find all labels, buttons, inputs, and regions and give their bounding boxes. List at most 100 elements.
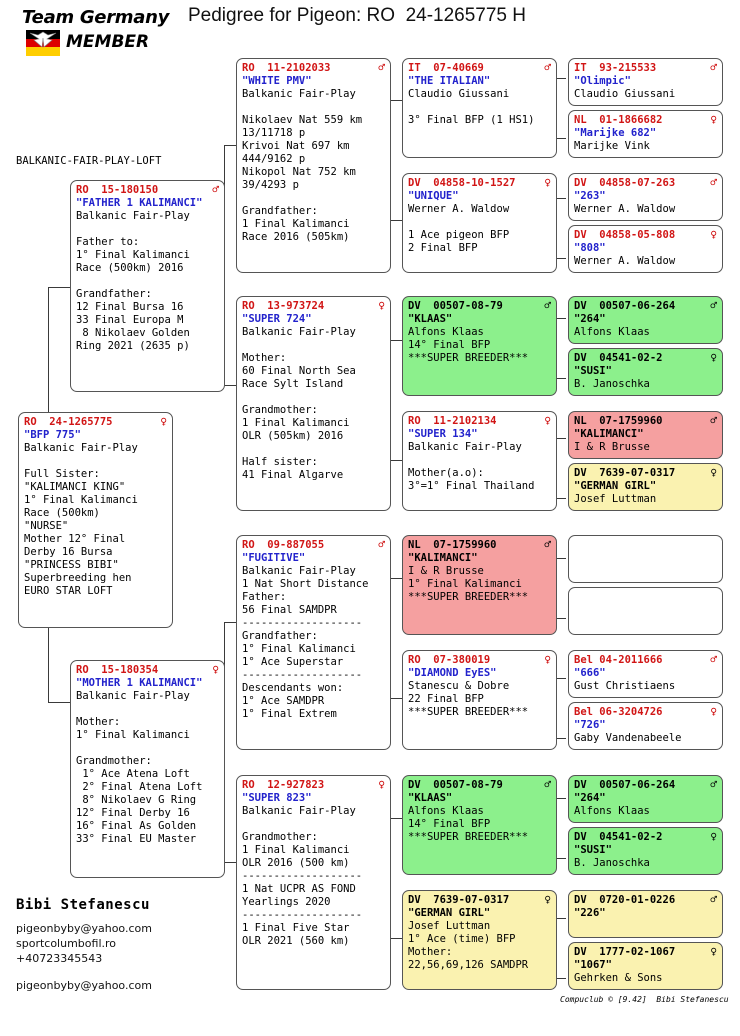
pigeon-card-gen2-0[interactable]: RO 11-2102033 ♂ "WHITE PMV" Balkanic Fai… xyxy=(236,58,391,273)
pigeon-nickname: "THE ITALIAN" xyxy=(408,75,491,87)
ring-number: RO 15-180354 xyxy=(76,664,159,676)
pigeon-card-gen4-0[interactable]: IT 93-215533 ♂ "Olimpic" Claudio Giussan… xyxy=(568,58,723,106)
sex-icon: ♂ xyxy=(212,183,219,196)
pigeon-card-subject[interactable]: RO 24-1265775 ♀ "BFP 775" Balkanic Fair-… xyxy=(18,412,173,628)
pigeon-card-gen4-15[interactable]: DV 1777-02-1067 ♀ "1067" Gehrken & Sons xyxy=(568,942,723,990)
pigeon-card-gen4-4[interactable]: DV 00507-06-264 ♂ "264" Alfons Klaas xyxy=(568,296,723,344)
pigeon-card-gen3-7[interactable]: DV 7639-07-0317 ♀ "GERMAN GIRL" Josef Lu… xyxy=(402,890,557,990)
connector xyxy=(556,378,566,379)
ring-number: DV 04858-05-808 xyxy=(574,229,676,241)
connector xyxy=(556,78,566,79)
ring-number: RO 11-2102033 xyxy=(242,62,331,74)
pigeon-nickname: "SUPER 724" xyxy=(242,313,312,325)
breeder-website[interactable]: sportcolumbofil.ro xyxy=(16,936,236,951)
pigeon-nickname: "264" xyxy=(574,792,606,804)
pigeon-nickname: "SUPER 134" xyxy=(408,428,478,440)
pigeon-details: Gust Christiaens xyxy=(574,680,676,692)
breeder-phone: +40723345543 xyxy=(16,952,103,965)
pigeon-details: Josef Luttman xyxy=(574,493,657,505)
ring-number: DV 00507-06-264 xyxy=(574,779,676,791)
sex-icon: ♀ xyxy=(544,176,551,189)
pigeon-nickname: "808" xyxy=(574,242,606,254)
sex-icon: ♀ xyxy=(710,945,717,958)
ring-number: DV 00507-08-79 xyxy=(408,779,503,791)
ring-number: RO 13-973724 xyxy=(242,300,325,312)
pigeon-card-gen4-2[interactable]: DV 04858-07-263 ♂ "263" Werner A. Waldow xyxy=(568,173,723,221)
pigeon-details: Claudio Giussani 3° Final BFP (1 HS1) xyxy=(408,88,535,126)
sex-icon: ♀ xyxy=(710,830,717,843)
pigeon-details: Balkanic Fair-Play Father to: 1° Final K… xyxy=(76,210,190,352)
pigeon-details: Balkanic Fair-Play Mother: 1° Final Kali… xyxy=(76,690,203,845)
connector xyxy=(556,798,566,799)
logo-team-text: Team Germany xyxy=(22,7,170,28)
ring-number: RO 24-1265775 xyxy=(24,416,113,428)
pigeon-card-gen2-2[interactable]: RO 09-887055 ♂ "FUGITIVE" Balkanic Fair-… xyxy=(236,535,391,750)
pigeon-details: Stanescu & Dobre 22 Final BFP ***SUPER B… xyxy=(408,680,529,718)
pigeon-card-gen4-13[interactable]: DV 04541-02-2 ♀ "SUSI" B. Janoschka xyxy=(568,827,723,875)
pigeon-card-gen2-3[interactable]: RO 12-927823 ♀ "SUPER 823" Balkanic Fair… xyxy=(236,775,391,990)
sex-icon: ♂ xyxy=(710,176,717,189)
pigeon-nickname: "MOTHER 1 KALIMANCI" xyxy=(76,677,203,689)
pigeon-card-gen3-2[interactable]: DV 00507-08-79 ♂ "KLAAS" Alfons Klaas 14… xyxy=(402,296,557,396)
ring-number: DV 04858-07-263 xyxy=(574,177,676,189)
pigeon-details: Alfons Klaas 14° Final BFP ***SUPER BREE… xyxy=(408,805,529,843)
connector xyxy=(556,138,566,139)
pigeon-card-gen4-6[interactable]: NL 07-1759960 ♂ "KALIMANCI" I & R Brusse xyxy=(568,411,723,459)
breeder-email[interactable]: pigeonbyby@yahoo.com xyxy=(16,921,236,936)
pigeon-card-gen4-1[interactable]: NL 01-1866682 ♀ "Marijke 682" Marijke Vi… xyxy=(568,110,723,158)
pigeon-card-gen4-5[interactable]: DV 04541-02-2 ♀ "SUSI" B. Janoschka xyxy=(568,348,723,396)
pigeon-card-gen3-3[interactable]: RO 11-2102134 ♀ "SUPER 134" Balkanic Fai… xyxy=(402,411,557,511)
pigeon-nickname: "SUPER 823" xyxy=(242,792,312,804)
pigeon-card-father[interactable]: RO 15-180150 ♂ "FATHER 1 KALIMANCI" Balk… xyxy=(70,180,225,392)
pigeon-details: B. Janoschka xyxy=(574,857,650,869)
sex-icon: ♂ xyxy=(378,538,385,551)
ring-number: DV 04541-02-2 xyxy=(574,831,663,843)
pigeon-card-gen4-12[interactable]: DV 00507-06-264 ♂ "264" Alfons Klaas xyxy=(568,775,723,823)
pigeon-details: Gaby Vandenabeele xyxy=(574,732,682,744)
pigeon-card-gen2-1[interactable]: RO 13-973724 ♀ "SUPER 724" Balkanic Fair… xyxy=(236,296,391,511)
connector xyxy=(390,460,402,461)
connector xyxy=(556,618,566,619)
connector xyxy=(556,258,566,259)
ring-number: DV 7639-07-0317 xyxy=(408,894,510,906)
pigeon-nickname: "KALIMANCI" xyxy=(574,428,644,440)
connector xyxy=(556,558,566,559)
connector xyxy=(390,938,402,939)
ring-number: NL 07-1759960 xyxy=(408,539,497,551)
sex-icon: ♂ xyxy=(710,299,717,312)
pigeon-card-gen3-4[interactable]: NL 07-1759960 ♂ "KALIMANCI" I & R Brusse… xyxy=(402,535,557,635)
pigeon-card-gen3-5[interactable]: RO 07-380019 ♀ "DIAMOND EyES" Stanescu &… xyxy=(402,650,557,750)
ring-number: Bel 04-2011666 xyxy=(574,654,663,666)
connector xyxy=(390,220,402,221)
pigeon-card-mother[interactable]: RO 15-180354 ♀ "MOTHER 1 KALIMANCI" Balk… xyxy=(70,660,225,878)
pigeon-card-gen4-14[interactable]: DV 0720-01-0226 ♂ "226" xyxy=(568,890,723,938)
pigeon-card-gen3-1[interactable]: DV 04858-10-1527 ♀ "UNIQUE" Werner A. Wa… xyxy=(402,173,557,273)
pigeon-details: Werner A. Waldow xyxy=(574,203,676,215)
pigeon-card-gen3-6[interactable]: DV 00507-08-79 ♂ "KLAAS" Alfons Klaas 14… xyxy=(402,775,557,875)
pigeon-details: Balkanic Fair-Play Mother: 60 Final Nort… xyxy=(242,326,356,481)
pigeon-nickname: "GERMAN GIRL" xyxy=(574,480,657,492)
pigeon-nickname: "SUSI" xyxy=(574,365,612,377)
sex-icon: ♀ xyxy=(710,113,717,126)
pigeon-card-gen4-8-empty[interactable] xyxy=(568,535,723,583)
ring-number: DV 04858-10-1527 xyxy=(408,177,516,189)
breeder-email-secondary[interactable]: pigeonbyby@yahoo.com xyxy=(16,978,236,993)
pigeon-card-gen4-11[interactable]: Bel 06-3204726 ♀ "726" Gaby Vandenabeele xyxy=(568,702,723,750)
connector xyxy=(390,698,402,699)
connector xyxy=(556,678,566,679)
pigeon-details: Claudio Giussani xyxy=(574,88,676,100)
pigeon-details: Gehrken & Sons xyxy=(574,972,663,984)
pigeon-card-gen4-3[interactable]: DV 04858-05-808 ♀ "808" Werner A. Waldow xyxy=(568,225,723,273)
connector xyxy=(556,498,566,499)
connector xyxy=(556,738,566,739)
pigeon-details: Alfons Klaas xyxy=(574,805,650,817)
pigeon-card-gen4-10[interactable]: Bel 04-2011666 ♂ "666" Gust Christiaens xyxy=(568,650,723,698)
ring-number: DV 04541-02-2 xyxy=(574,352,663,364)
connector xyxy=(48,287,70,288)
connector xyxy=(390,100,402,101)
pigeon-card-gen4-7[interactable]: DV 7639-07-0317 ♀ "GERMAN GIRL" Josef Lu… xyxy=(568,463,723,511)
pigeon-card-gen3-0[interactable]: IT 07-40669 ♂ "THE ITALIAN" Claudio Gius… xyxy=(402,58,557,158)
eagle-icon xyxy=(29,31,57,48)
pigeon-card-gen4-9-empty[interactable] xyxy=(568,587,723,635)
